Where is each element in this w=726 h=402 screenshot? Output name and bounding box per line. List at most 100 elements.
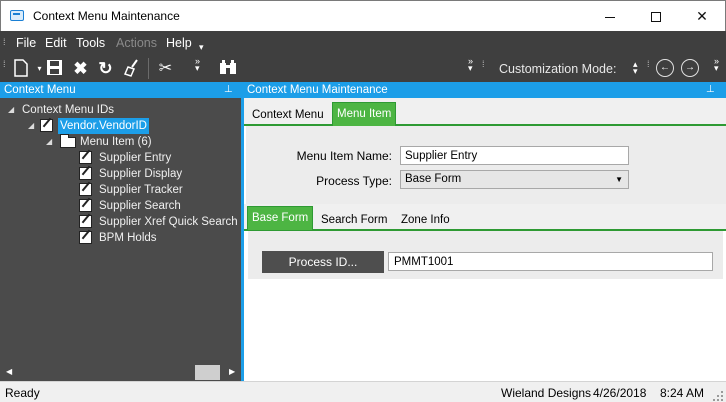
- tree-group-row[interactable]: ◢ Menu Item (6): [0, 134, 241, 150]
- forward-arrow-icon[interactable]: →: [681, 59, 699, 77]
- status-date: 4/26/2018: [593, 386, 647, 400]
- toolbar-overflow-icon[interactable]: » ▾: [195, 57, 200, 73]
- close-button[interactable]: ✕: [679, 1, 725, 31]
- document-edit-icon: [79, 199, 92, 212]
- document-edit-icon: [79, 167, 92, 180]
- process-type-value: Base Form: [405, 173, 462, 185]
- toolbar-overflow-2-icon[interactable]: » ▾: [468, 57, 473, 73]
- collapse-icon[interactable]: ◢: [46, 134, 52, 150]
- minimize-button[interactable]: [587, 1, 633, 31]
- tree-node-row[interactable]: ◢ Vendor.VendorID: [0, 118, 241, 134]
- tree-item-row[interactable]: Supplier Entry: [0, 150, 241, 166]
- scroll-right-icon[interactable]: ▶: [229, 367, 235, 376]
- pin-icon[interactable]: ⊥: [706, 82, 715, 98]
- tree-item-label: Supplier Xref Quick Search: [99, 216, 238, 228]
- tree-root-row[interactable]: ◢ Context Menu IDs: [0, 102, 241, 118]
- company-name: Wieland Designs: [501, 386, 592, 400]
- document-edit-icon: [79, 151, 92, 164]
- base-form-panel: Process ID...: [248, 231, 723, 279]
- tab-zone-info[interactable]: Zone Info: [397, 209, 454, 231]
- scroll-left-icon[interactable]: ◀: [6, 367, 12, 376]
- menu-file[interactable]: File: [16, 36, 36, 50]
- menu-help[interactable]: Help: [166, 36, 192, 50]
- collapse-icon[interactable]: ◢: [8, 102, 14, 118]
- tab-context-menu[interactable]: Context Menu: [248, 104, 328, 126]
- tree-item-row[interactable]: Supplier Xref Quick Search: [0, 214, 241, 230]
- title-bar: Context Menu Maintenance ✕: [0, 0, 726, 31]
- menu-tools[interactable]: Tools: [76, 36, 105, 50]
- maximize-icon: [651, 12, 661, 23]
- new-document-icon[interactable]: [11, 59, 30, 78]
- menu-edit[interactable]: Edit: [45, 36, 67, 50]
- main-tabstrip: Context Menu Menu Item: [244, 98, 726, 126]
- horizontal-scrollbar[interactable]: ◀ ▶: [0, 363, 241, 381]
- tree-item-row[interactable]: Supplier Tracker: [0, 182, 241, 198]
- tree-item-label: Supplier Display: [99, 168, 183, 180]
- tree-item-row[interactable]: BPM Holds: [0, 230, 241, 246]
- toolbar: ⁞ ▾ ✖ ↻ ✂ » ▾ » ▾ ⁞ Customization Mode: ▴ ▾…: [0, 55, 726, 82]
- status-text: Ready: [5, 386, 40, 400]
- document-edit-icon: [40, 119, 53, 132]
- process-id-button[interactable]: Process ID...: [262, 251, 384, 273]
- chevron-down-icon[interactable]: ▼: [615, 171, 623, 188]
- document-edit-icon: [79, 215, 92, 228]
- toolbar-grip-icon: ⁞: [3, 59, 6, 69]
- refresh-icon[interactable]: ↻: [96, 59, 115, 78]
- scroll-thumb[interactable]: [195, 365, 220, 380]
- left-pane-header: Context Menu ⊥: [0, 82, 241, 98]
- minimize-icon: [605, 16, 615, 18]
- tree-item-row[interactable]: Supplier Display: [0, 166, 241, 182]
- tree-node-label[interactable]: Vendor.VendorID: [58, 118, 149, 134]
- sub-tabstrip: Base Form Search Form Zone Info: [244, 204, 726, 231]
- menu-item-panel: Menu Item Name: Process Type: Base Form …: [246, 126, 726, 204]
- toolbar-overflow-3-icon[interactable]: » ▾: [714, 57, 719, 73]
- resize-grip-icon[interactable]: [713, 391, 723, 401]
- pin-icon[interactable]: ⊥: [224, 82, 233, 98]
- customization-mode-label: Customization Mode:: [499, 62, 617, 76]
- menubar-overflow-icon[interactable]: ▾: [199, 42, 204, 53]
- toolbar-grip-3-icon: ⁞: [647, 59, 650, 69]
- app-window-icon: [10, 10, 24, 21]
- right-pane-title: Context Menu Maintenance: [247, 84, 388, 96]
- tree-root-label: Context Menu IDs: [22, 104, 115, 116]
- tab-search-form[interactable]: Search Form: [317, 209, 391, 231]
- window-title: Context Menu Maintenance: [33, 9, 180, 23]
- tree-item-label: Supplier Entry: [99, 152, 172, 164]
- menu-item-name-label: Menu Item Name:: [296, 149, 392, 163]
- toolbar-separator: [148, 58, 149, 79]
- tree-item-label: Supplier Search: [99, 200, 181, 212]
- tree-item-label: BPM Holds: [99, 232, 157, 244]
- folder-icon: [60, 134, 76, 148]
- collapse-icon[interactable]: ◢: [28, 118, 34, 134]
- process-type-select[interactable]: Base Form ▼: [400, 170, 629, 189]
- maximize-button[interactable]: [633, 1, 679, 31]
- left-pane-title: Context Menu: [4, 84, 76, 96]
- right-pane-header: Context Menu Maintenance ⊥: [244, 82, 726, 98]
- tree-item-label: Supplier Tracker: [99, 184, 183, 196]
- menu-item-name-input[interactable]: [400, 146, 629, 165]
- document-edit-icon: [79, 183, 92, 196]
- status-time: 8:24 AM: [660, 386, 705, 400]
- delete-icon[interactable]: ✖: [71, 59, 90, 78]
- status-bar: Ready Wieland Designs 4/26/2018 8:24 AM: [0, 381, 726, 402]
- context-menu-maintenance-pane: Context Menu Maintenance ⊥ Context Menu …: [244, 82, 726, 381]
- tab-menu-item[interactable]: Menu Item: [332, 102, 397, 126]
- toolbar-grip-2-icon: ⁞: [482, 59, 485, 69]
- process-type-label: Process Type:: [316, 174, 392, 188]
- menu-bar: ⁞ File Edit Tools Actions Help ▾: [0, 31, 726, 55]
- tree-group-label: Menu Item (6): [80, 136, 152, 148]
- binoculars-search-icon[interactable]: [218, 59, 237, 78]
- process-id-input[interactable]: [388, 252, 713, 271]
- tab-base-form[interactable]: Base Form: [247, 206, 314, 230]
- back-arrow-icon[interactable]: ←: [656, 59, 674, 77]
- context-menu-tree-pane: Context Menu ⊥ ◢ Context Menu IDs ◢ Vend…: [0, 82, 241, 381]
- close-icon: ✕: [696, 8, 708, 24]
- document-edit-icon: [79, 231, 92, 244]
- tree-item-row[interactable]: Supplier Search: [0, 198, 241, 214]
- clear-broom-icon[interactable]: [122, 59, 141, 78]
- menubar-grip-icon: ⁞: [3, 37, 6, 47]
- cut-icon[interactable]: ✂: [156, 59, 175, 78]
- save-icon[interactable]: [45, 59, 64, 78]
- customization-dropdown-icon[interactable]: ▴ ▾: [633, 60, 638, 76]
- menu-actions[interactable]: Actions: [116, 36, 157, 50]
